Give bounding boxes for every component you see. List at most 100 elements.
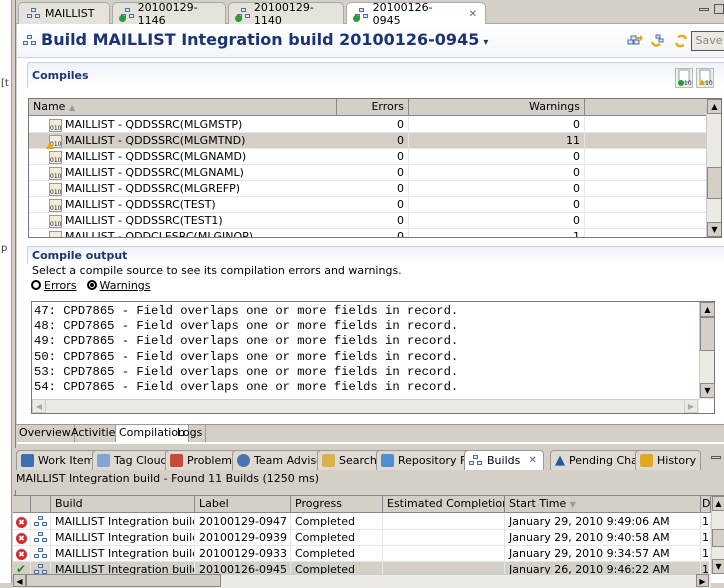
- scroll-left-icon[interactable]: ◀: [32, 399, 46, 413]
- show-errors-filter-icon[interactable]: 10: [675, 68, 693, 88]
- estimated-completion-cell: [383, 530, 505, 546]
- table-row[interactable]: ✖ MAILLIST Integration build 20100129-0947…: [13, 514, 711, 530]
- scroll-thumb[interactable]: [707, 167, 721, 199]
- table-row[interactable]: 010 MAILLIST - QDDSSRC(MLGNAMD) 0 0: [29, 149, 709, 165]
- source-warning-icon: 010: [46, 134, 62, 149]
- build-icon: [34, 532, 48, 544]
- clipped-text: [t: [1, 78, 9, 89]
- table-row[interactable]: 010 MAILLIST - QDDSSRC(MLGREFP) 0 0: [29, 181, 709, 197]
- table-row[interactable]: ✖ MAILLIST Integration build 20100129-0939…: [13, 530, 711, 546]
- column-header-warnings[interactable]: Warnings: [409, 99, 585, 116]
- table-row[interactable]: 010 MAILLIST - QDDSSRC(TEST1) 0 0: [29, 213, 709, 229]
- scroll-left-icon[interactable]: ◀: [13, 574, 26, 587]
- estimated-completion-cell: [383, 514, 505, 530]
- column-header-name[interactable]: Name ▲: [29, 99, 337, 116]
- scroll-down-icon[interactable]: ▼: [700, 383, 715, 398]
- column-header-type[interactable]: [31, 496, 51, 513]
- column-header-status[interactable]: [13, 496, 31, 513]
- editor-tab-20100129-1146[interactable]: 20100129-1146: [112, 1, 226, 27]
- radio-button[interactable]: [86, 280, 97, 290]
- warnings-cell: 0: [409, 213, 585, 229]
- column-header-duration[interactable]: Du: [701, 496, 711, 513]
- clipped-text: p: [1, 243, 8, 254]
- view-tab-builds[interactable]: Builds ✕: [464, 450, 544, 470]
- view-tab-team-advisor[interactable]: Team Adviso: [232, 450, 328, 470]
- table-row[interactable]: 010 MAILLIST - QDDSSRC(TEST) 0 0: [29, 197, 709, 213]
- scroll-down-icon[interactable]: ▼: [707, 222, 721, 237]
- close-icon[interactable]: ✕: [528, 455, 536, 466]
- errors-cell: 0: [337, 181, 409, 197]
- table-row[interactable]: 010 MAILLIST - QDDSSRC(MLGNAML) 0 0: [29, 165, 709, 181]
- refresh-icon[interactable]: [673, 34, 689, 48]
- title-dropdown-icon[interactable]: ▾: [483, 37, 488, 48]
- table-row[interactable]: 010MAILLIST - QDDCLESRC(MLGINQP)01: [29, 229, 709, 237]
- scroll-down-icon[interactable]: ▼: [712, 559, 724, 574]
- column-header-label[interactable]: Label: [195, 496, 291, 513]
- editor-tab-bar: MAILLIST 20100129-1146 20100129-1140 201…: [16, 0, 724, 27]
- editor-tab-20100129-1140[interactable]: 20100129-1140: [228, 1, 344, 27]
- close-icon[interactable]: ✕: [469, 9, 477, 20]
- type-cell: [31, 546, 51, 562]
- vertical-scrollbar[interactable]: ▲ ▼: [706, 99, 721, 237]
- horizontal-scrollbar[interactable]: ◀ ▶: [13, 574, 711, 588]
- view-tab-tag-cloud[interactable]: Tag Cloud: [92, 450, 173, 470]
- table-row[interactable]: ✖ MAILLIST Integration build 20100129-0933…: [13, 546, 711, 562]
- view-tab-pending-changes[interactable]: ▲ Pending Cha: [550, 450, 643, 470]
- column-header-build[interactable]: Build: [51, 496, 195, 513]
- pending-changes-icon: ▲: [555, 453, 565, 468]
- compile-output-text[interactable]: 47: CPD7865 - Field overlaps one or more…: [31, 301, 715, 414]
- view-tab-search[interactable]: Search: [317, 450, 382, 470]
- tab-overview[interactable]: Overview: [16, 425, 75, 442]
- scroll-up-icon[interactable]: ▲: [712, 496, 724, 511]
- start-time-cell: January 29, 2010 9:49:06 AM: [505, 514, 701, 530]
- scroll-thumb[interactable]: [700, 317, 715, 351]
- vertical-scrollbar[interactable]: ▲ ▼: [699, 302, 715, 399]
- radio-button[interactable]: [31, 280, 41, 290]
- horizontal-scrollbar[interactable]: ◀ ▶: [32, 399, 699, 413]
- maximize-icon[interactable]: [714, 4, 724, 14]
- request-build-icon[interactable]: [627, 34, 643, 48]
- scroll-up-icon[interactable]: ▲: [700, 302, 715, 317]
- table-row[interactable]: 010 MAILLIST - QDDSSRC(MLGMTND) 0 11: [29, 133, 709, 149]
- errors-cell: 0: [337, 165, 409, 181]
- column-header-start-time[interactable]: Start Time ▼: [505, 496, 701, 513]
- build-icon: [23, 35, 37, 47]
- duration-cell: 1: [702, 546, 711, 562]
- error-icon: ✖: [16, 533, 27, 544]
- view-tab-history[interactable]: History: [635, 450, 702, 470]
- scroll-right-icon[interactable]: ▶: [684, 399, 698, 413]
- status-cell: ✖: [13, 546, 31, 562]
- refresh-build-icon[interactable]: [650, 34, 666, 48]
- errors-cell: 0: [337, 133, 409, 149]
- column-header-errors[interactable]: Errors: [337, 99, 409, 116]
- warnings-radio[interactable]: Warnings: [86, 279, 151, 292]
- duration-cell: 1: [702, 530, 711, 546]
- scroll-thumb[interactable]: [26, 574, 221, 587]
- label-cell: 20100129-0933: [195, 546, 291, 562]
- build-cell: MAILLIST Integration build: [51, 530, 195, 546]
- scroll-right-icon[interactable]: ▶: [696, 574, 709, 587]
- minimize-icon[interactable]: [699, 8, 709, 11]
- minimize-icon[interactable]: [711, 456, 721, 459]
- left-side-panel: [t p: [0, 0, 12, 583]
- start-time-cell: January 29, 2010 9:40:58 AM: [505, 530, 701, 546]
- scroll-up-icon[interactable]: ▲: [707, 99, 721, 114]
- errors-radio[interactable]: Errors: [31, 279, 77, 292]
- column-header-estimated-completion[interactable]: Estimated Completion: [383, 496, 505, 513]
- tab-label: MAILLIST: [45, 7, 95, 20]
- save-button[interactable]: Save: [691, 31, 724, 51]
- tab-logs[interactable]: Logs: [174, 425, 207, 442]
- table-row[interactable]: 010 MAILLIST - QDDSSRC(MLGMSTP) 0 0: [29, 117, 709, 133]
- scroll-thumb[interactable]: [712, 529, 724, 547]
- warnings-cell: 1: [409, 229, 585, 237]
- editor-tab-maillist[interactable]: MAILLIST: [18, 2, 110, 24]
- show-warnings-filter-icon[interactable]: 10: [696, 68, 714, 88]
- label-cell: 20100129-0947: [195, 514, 291, 530]
- warnings-cell: 0: [409, 117, 585, 133]
- output-line: 54: CPD7865 - Field overlaps one or more…: [34, 380, 459, 394]
- builds-status-text: MAILLIST Integration build - Found 11 Bu…: [13, 470, 724, 490]
- vertical-scrollbar[interactable]: ▲ ▼: [711, 496, 724, 574]
- editor-tab-20100126-0945[interactable]: 20100126-0945 ✕: [346, 1, 486, 27]
- view-tab-repository-files[interactable]: Repository Fi: [376, 450, 474, 470]
- column-header-progress[interactable]: Progress: [291, 496, 383, 513]
